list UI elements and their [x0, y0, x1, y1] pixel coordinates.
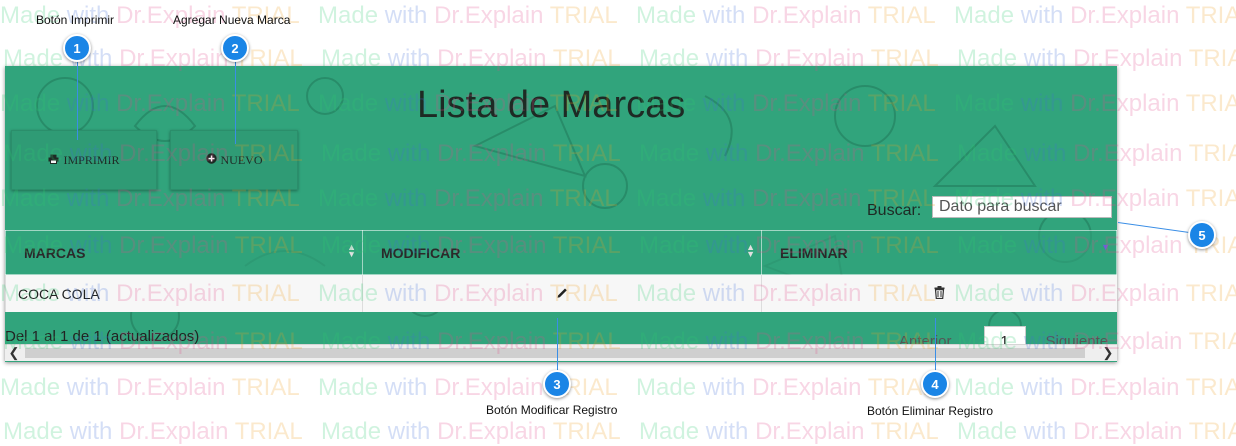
callout-label-new: Agregar Nueva Marca [173, 13, 291, 27]
delete-cell [761, 274, 1117, 312]
callout-line-5 [1117, 222, 1190, 234]
table-row: COCA COLA [5, 274, 1117, 312]
table-header-row: MARCAS ▲ ▼ MODIFICAR ▲ ▼ ELIMINAR ▼ [5, 230, 1117, 275]
callout-label-print: Botón Imprimir [36, 13, 115, 27]
scroll-right-icon[interactable]: ❯ [1099, 345, 1117, 361]
print-button-label: IMPRIMIR [63, 152, 120, 167]
callout-line-4 [935, 318, 936, 372]
brand-list-panel: Lista de Marcas IMPRIMIR NUEVO Buscar: M… [5, 66, 1117, 362]
column-header-eliminar[interactable]: ELIMINAR ▼ [761, 230, 1117, 275]
scrollbar-thumb[interactable] [25, 348, 1085, 358]
add-brand-button-label: NUEVO [220, 152, 263, 167]
callout-label-delete: Botón Eliminar Registro [867, 404, 994, 418]
trash-icon[interactable] [934, 285, 945, 302]
pencil-icon[interactable] [556, 286, 569, 302]
callout-line-1 [77, 60, 78, 140]
scroll-left-icon[interactable]: ❮ [5, 345, 23, 361]
table-info: Del 1 al 1 de 1 (actualizados) [5, 328, 200, 345]
column-header-modificar[interactable]: MODIFICAR ▲ ▼ [362, 230, 762, 275]
sort-icon: ▲ ▼ [347, 242, 356, 259]
callout-marker-1: 1 [63, 34, 91, 62]
sort-icon: ▲ ▼ [746, 242, 755, 259]
callout-marker-5: 5 [1188, 221, 1216, 249]
watermark-row: Made with Dr.Explain TRIAL Made with Dr.E… [3, 418, 1236, 445]
brand-name-cell: COCA COLA [5, 274, 363, 312]
column-header-label: MODIFICAR [381, 244, 461, 261]
page-title: Lista de Marcas [417, 84, 686, 126]
callout-line-3 [557, 318, 558, 372]
print-button[interactable]: IMPRIMIR [11, 130, 157, 190]
column-header-label: ELIMINAR [780, 244, 848, 261]
add-brand-button[interactable]: NUEVO [170, 130, 298, 190]
watermark-row: Made with Dr.Explain TRIAL Made with Dr.E… [0, 374, 1236, 401]
callout-label-edit: Botón Modificar Registro [486, 403, 618, 417]
plus-circle-icon [205, 152, 217, 168]
horizontal-scrollbar[interactable]: ❮ ❯ [5, 344, 1117, 361]
callout-marker-4: 4 [921, 370, 949, 398]
edit-cell [362, 274, 762, 312]
column-header-label: MARCAS [24, 244, 86, 261]
column-header-marcas[interactable]: MARCAS ▲ ▼ [5, 230, 363, 275]
callout-marker-2: 2 [221, 34, 249, 62]
printer-icon [48, 153, 59, 168]
brands-table: MARCAS ▲ ▼ MODIFICAR ▲ ▼ ELIMINAR ▼ COCA C… [5, 230, 1117, 312]
sort-icon: ▼ [1101, 242, 1110, 252]
callout-line-2 [235, 60, 236, 144]
search-label: Buscar: [867, 202, 922, 219]
callout-marker-3: 3 [543, 370, 571, 398]
search-input[interactable] [932, 196, 1112, 218]
